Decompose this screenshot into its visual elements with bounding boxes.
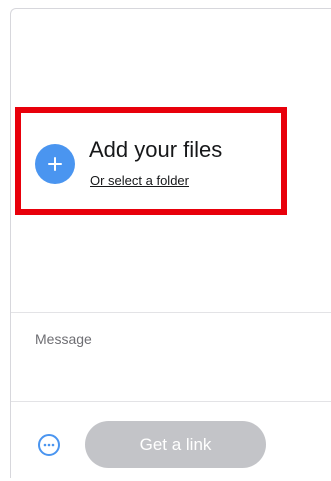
select-folder-link[interactable]: Or select a folder: [90, 173, 189, 188]
add-files-button[interactable]: [35, 144, 75, 184]
divider: [11, 401, 331, 402]
add-files-title[interactable]: Add your files: [89, 137, 222, 163]
plus-icon: [48, 157, 62, 171]
more-horizontal-icon: [43, 443, 55, 447]
transfer-panel: Add your files Or select a folder Get a …: [10, 8, 331, 478]
message-field[interactable]: [35, 331, 315, 391]
get-link-button[interactable]: Get a link: [85, 421, 266, 468]
upload-area[interactable]: Add your files Or select a folder: [11, 9, 331, 311]
divider: [11, 312, 331, 313]
options-button[interactable]: [38, 434, 60, 456]
